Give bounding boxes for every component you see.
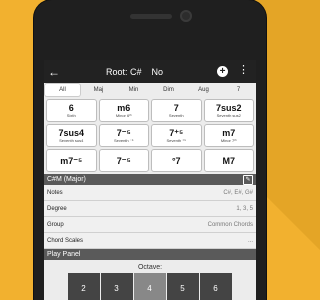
chord-name: Seventh sus2 [216,112,241,118]
chord-symbol: 6 [68,102,74,113]
degree-value: 1, 3, 5 [236,205,253,212]
chord-type-tabs: All Maj Min Dim Aug 7 [44,83,256,97]
octave-button-selected[interactable]: 4 [133,273,166,300]
octave-button[interactable]: 3 [100,273,133,300]
notes-value: C#, E#, G# [223,189,253,196]
octave-button[interactable]: 2 [67,273,100,300]
app-bar: ← Root: C# No + ⋮ [44,60,256,83]
chord-button[interactable]: m7⁻⁵ [46,149,97,172]
tab-aug[interactable]: Aug [186,84,221,96]
chord-detail-title: C#M (Major) [47,176,86,183]
notes-row: Notes C#, E#, G# [44,185,256,201]
chord-symbol: 7⁻⁵ [116,127,131,138]
chord-button[interactable]: M7 [203,149,254,172]
vertical-dots-icon[interactable]: ⋮ [238,64,249,76]
chord-button[interactable]: 7⁺⁵ Seventh ⁺⁵ [151,124,202,147]
app-screen: ← Root: C# No + ⋮ All Maj Min Dim Aug 7 … [44,60,256,300]
chord-button[interactable]: 7sus4 Seventh sus4 [46,124,97,147]
notes-label: Notes [47,189,63,196]
front-camera [180,10,192,22]
chord-button[interactable]: m6 Minor 6ᵗʰ [98,99,149,122]
chord-symbol: °7 [171,155,181,166]
chord-button[interactable]: °7 [151,149,202,172]
chord-button[interactable]: 7⁻⁵ Seventh ⁻⁵ [98,124,149,147]
chord-scales-row[interactable]: Chord Scales... [44,233,256,249]
chord-button[interactable]: 6 Sixth [46,99,97,122]
group-label: Group [47,221,64,228]
tab-dim[interactable]: Dim [151,84,186,96]
chord-scales-label: Chord Scales [47,237,84,244]
chord-symbol: m7⁻⁵ [60,155,83,166]
chord-name: Seventh sus4 [59,137,84,143]
degree-label: Degree [47,205,67,212]
chord-name: Minor 7ᵗʰ [220,137,237,143]
octave-selector: 2 3 4 5 6 [44,273,256,300]
play-panel-header: Play Panel [44,249,256,260]
group-value: Common Chords [207,221,253,228]
chord-symbol: M7 [222,155,235,166]
play-panel-title: Play Panel [47,251,81,258]
chord-name: Sixth [66,112,76,118]
chord-symbol: 7 [173,102,179,113]
chord-symbol: 7sus4 [58,127,85,138]
chord-symbol: m7 [222,127,236,138]
group-row: Group Common Chords [44,217,256,233]
chord-name: Seventh ⁺⁵ [166,137,187,143]
chord-symbol: 7sus2 [215,102,242,113]
tab-all[interactable]: All [45,84,80,96]
chord-name: Seventh [168,112,184,118]
chord-grid: 6 Sixth m6 Minor 6ᵗʰ 7 Seventh 7sus2 Seventh… [44,97,256,172]
chord-button[interactable]: 7⁻⁵ [98,149,149,172]
chord-scales-value: ... [247,237,253,244]
octave-button[interactable]: 5 [166,273,199,300]
chord-button[interactable]: 7sus2 Seventh sus2 [203,99,254,122]
degree-row: Degree 1, 3, 5 [44,201,256,217]
tab-min[interactable]: Min [116,84,151,96]
plus-circle-icon[interactable]: + [217,66,228,77]
arrow-left-icon[interactable]: ← [44,65,64,79]
phone-frame: ← Root: C# No + ⋮ All Maj Min Dim Aug 7 … [34,0,266,300]
chord-name: Seventh ⁻⁵ [113,137,134,143]
octave-label: Octave: [137,264,163,271]
root-title: Root: C# [106,66,142,77]
root-subtitle[interactable]: No [152,67,164,77]
edit-icon[interactable]: ✎ [243,175,253,185]
chord-symbol: 7⁻⁵ [116,155,131,166]
tab-seventh[interactable]: 7 [221,84,256,96]
chord-symbol: 7⁺⁵ [169,127,184,138]
chord-detail-header: C#M (Major) ✎ [44,174,256,185]
chord-button[interactable]: 7 Seventh [151,99,202,122]
speaker-grille [130,14,172,19]
chord-button[interactable]: m7 Minor 7ᵗʰ [203,124,254,147]
chord-name: Minor 6ᵗʰ [115,112,132,118]
octave-button[interactable]: 6 [199,273,232,300]
chord-symbol: m6 [117,102,131,113]
tab-maj[interactable]: Maj [81,84,116,96]
